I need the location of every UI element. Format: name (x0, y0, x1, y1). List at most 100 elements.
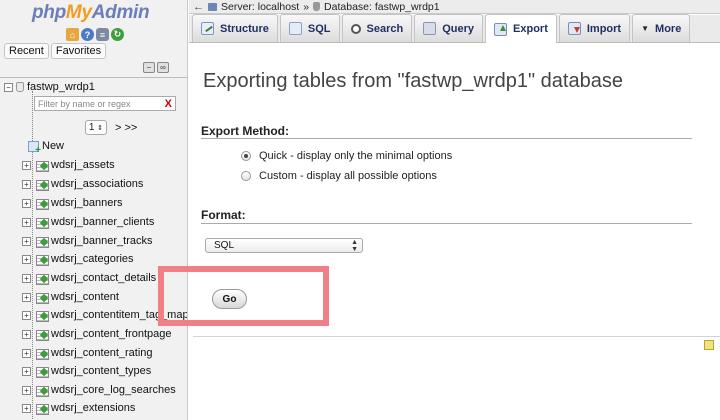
table-item[interactable]: + wdsrj_banner_tracks (22, 233, 153, 249)
form-bottom-divider (193, 336, 720, 337)
table-name[interactable]: wdsrj_banner_clients (51, 216, 154, 228)
page-number: 1 (88, 122, 95, 133)
table-item[interactable]: + wdsrj_content_rating (22, 345, 153, 361)
tab-recent[interactable]: Recent (4, 43, 49, 59)
new-table-item[interactable]: New (28, 138, 64, 156)
database-node[interactable]: − fastwp_wrdp1 (4, 81, 95, 93)
section-divider (201, 138, 692, 139)
table-name[interactable]: wdsrj_extensions (51, 402, 135, 414)
expand-icon[interactable]: + (22, 329, 31, 339)
help-icon[interactable]: ? (81, 28, 94, 41)
export-method-heading: Export Method: (201, 124, 289, 138)
quick-option-label[interactable]: Quick - display only the minimal options (259, 150, 452, 162)
breadcrumb-server[interactable]: Server: localhost (221, 1, 299, 13)
table-item[interactable]: + wdsrj_extensions (22, 400, 135, 416)
expand-icon[interactable]: + (22, 236, 31, 246)
clear-filter-icon[interactable]: X (165, 98, 172, 110)
table-name[interactable]: wdsrj_core_log_searches (51, 384, 176, 396)
table-icon (36, 329, 49, 341)
table-item[interactable]: + wdsrj_associations (22, 176, 143, 192)
tab-more[interactable]: ▼ More (632, 14, 691, 42)
collapse-all-icon[interactable]: − (143, 62, 155, 73)
table-icon (36, 366, 49, 378)
table-name[interactable]: wdsrj_banner_tracks (51, 235, 153, 247)
page-select[interactable]: 1 ⇕ (85, 120, 107, 135)
table-item[interactable]: + wdsrj_content_types (22, 363, 151, 379)
database-name[interactable]: fastwp_wrdp1 (27, 81, 95, 93)
format-heading: Format: (201, 208, 246, 222)
import-icon (567, 22, 581, 35)
table-name[interactable]: wdsrj_banners (51, 197, 123, 209)
home-icon[interactable]: ⌂ (66, 28, 79, 41)
new-label[interactable]: New (42, 140, 64, 152)
expand-icon[interactable]: + (22, 198, 31, 208)
table-name[interactable]: wdsrj_contact_details (51, 272, 156, 284)
format-select[interactable]: SQL ▲ ▼ (205, 238, 363, 253)
table-name[interactable]: wdsrj_content_types (51, 365, 151, 377)
breadcrumb-separator: » (303, 0, 310, 13)
collapse-icon[interactable]: − (4, 82, 13, 92)
custom-option-label[interactable]: Custom - display all possible options (259, 170, 437, 182)
tab-query[interactable]: Query (414, 14, 484, 42)
table-item[interactable]: + wdsrj_contact_details (22, 270, 156, 286)
tab-search[interactable]: Search (341, 14, 413, 42)
table-name[interactable]: wdsrj_categories (51, 253, 134, 265)
table-name[interactable]: wdsrj_assets (51, 159, 115, 171)
tab-label: More (655, 22, 682, 35)
docs-icon[interactable]: ≡ (96, 28, 109, 41)
table-name[interactable]: wdsrj_associations (51, 178, 143, 190)
expand-icon[interactable]: + (22, 254, 31, 264)
next-page-link[interactable]: > >> (115, 122, 137, 134)
highlight-annotation (158, 266, 329, 326)
tab-label: Structure (220, 22, 269, 35)
logo-icons: ⌂ ? ≡ ↻ (66, 28, 124, 41)
expand-icon[interactable]: + (22, 403, 31, 413)
table-icon (36, 292, 49, 304)
expand-icon[interactable]: + (22, 366, 31, 376)
table-item[interactable]: + wdsrj_content (22, 289, 119, 305)
logo-admin: Admin (91, 2, 150, 23)
table-name[interactable]: wdsrj_content_frontpage (51, 328, 171, 340)
table-icon (36, 273, 49, 285)
expand-icon[interactable]: + (22, 385, 31, 395)
expand-icon[interactable]: + (22, 310, 31, 320)
phpmyadmin-logo[interactable]: phpMyAdmin (32, 2, 150, 24)
table-item[interactable]: + wdsrj_assets (22, 157, 115, 173)
link-icon[interactable]: ∞ (157, 62, 169, 73)
table-item[interactable]: + wdsrj_core_log_searches (22, 382, 176, 398)
expand-icon[interactable]: + (22, 217, 31, 227)
tab-favorites[interactable]: Favorites (50, 43, 107, 59)
tab-structure[interactable]: Structure (192, 14, 278, 42)
tab-sql[interactable]: SQL (279, 14, 340, 42)
tab-export[interactable]: Export (485, 14, 557, 43)
back-arrow-icon[interactable]: ← (193, 1, 204, 13)
reload-icon[interactable]: ↻ (111, 28, 124, 41)
table-name[interactable]: wdsrj_content_rating (51, 347, 153, 359)
console-icon[interactable] (704, 340, 714, 350)
table-icon (36, 236, 49, 248)
server-icon (208, 2, 217, 11)
table-item[interactable]: + wdsrj_banner_clients (22, 214, 154, 230)
tree-controls: − ∞ (143, 62, 169, 73)
table-name[interactable]: wdsrj_content (51, 291, 119, 303)
expand-icon[interactable]: + (22, 292, 31, 302)
table-item[interactable]: + wdsrj_content_frontpage (22, 326, 171, 342)
quick-option[interactable]: Quick - display only the minimal options (241, 150, 452, 162)
table-item[interactable]: + wdsrj_banners (22, 195, 123, 211)
table-icon (36, 385, 49, 397)
filter-input[interactable] (38, 98, 165, 109)
breadcrumb: ← Server: localhost » Database: fastwp_w… (189, 0, 720, 14)
quick-radio[interactable] (241, 151, 251, 161)
breadcrumb-database[interactable]: Database: fastwp_wrdp1 (324, 1, 440, 13)
table-item[interactable]: + wdsrj_categories (22, 251, 134, 267)
custom-option[interactable]: Custom - display all possible options (241, 170, 437, 182)
expand-icon[interactable]: + (22, 348, 31, 358)
tab-import[interactable]: Import (558, 14, 631, 42)
format-value: SQL (214, 240, 235, 251)
expand-icon[interactable]: + (22, 160, 31, 170)
expand-icon[interactable]: + (22, 179, 31, 189)
query-icon (423, 22, 437, 35)
tab-label: Search (366, 22, 404, 35)
expand-icon[interactable]: + (22, 273, 31, 283)
custom-radio[interactable] (241, 171, 251, 181)
